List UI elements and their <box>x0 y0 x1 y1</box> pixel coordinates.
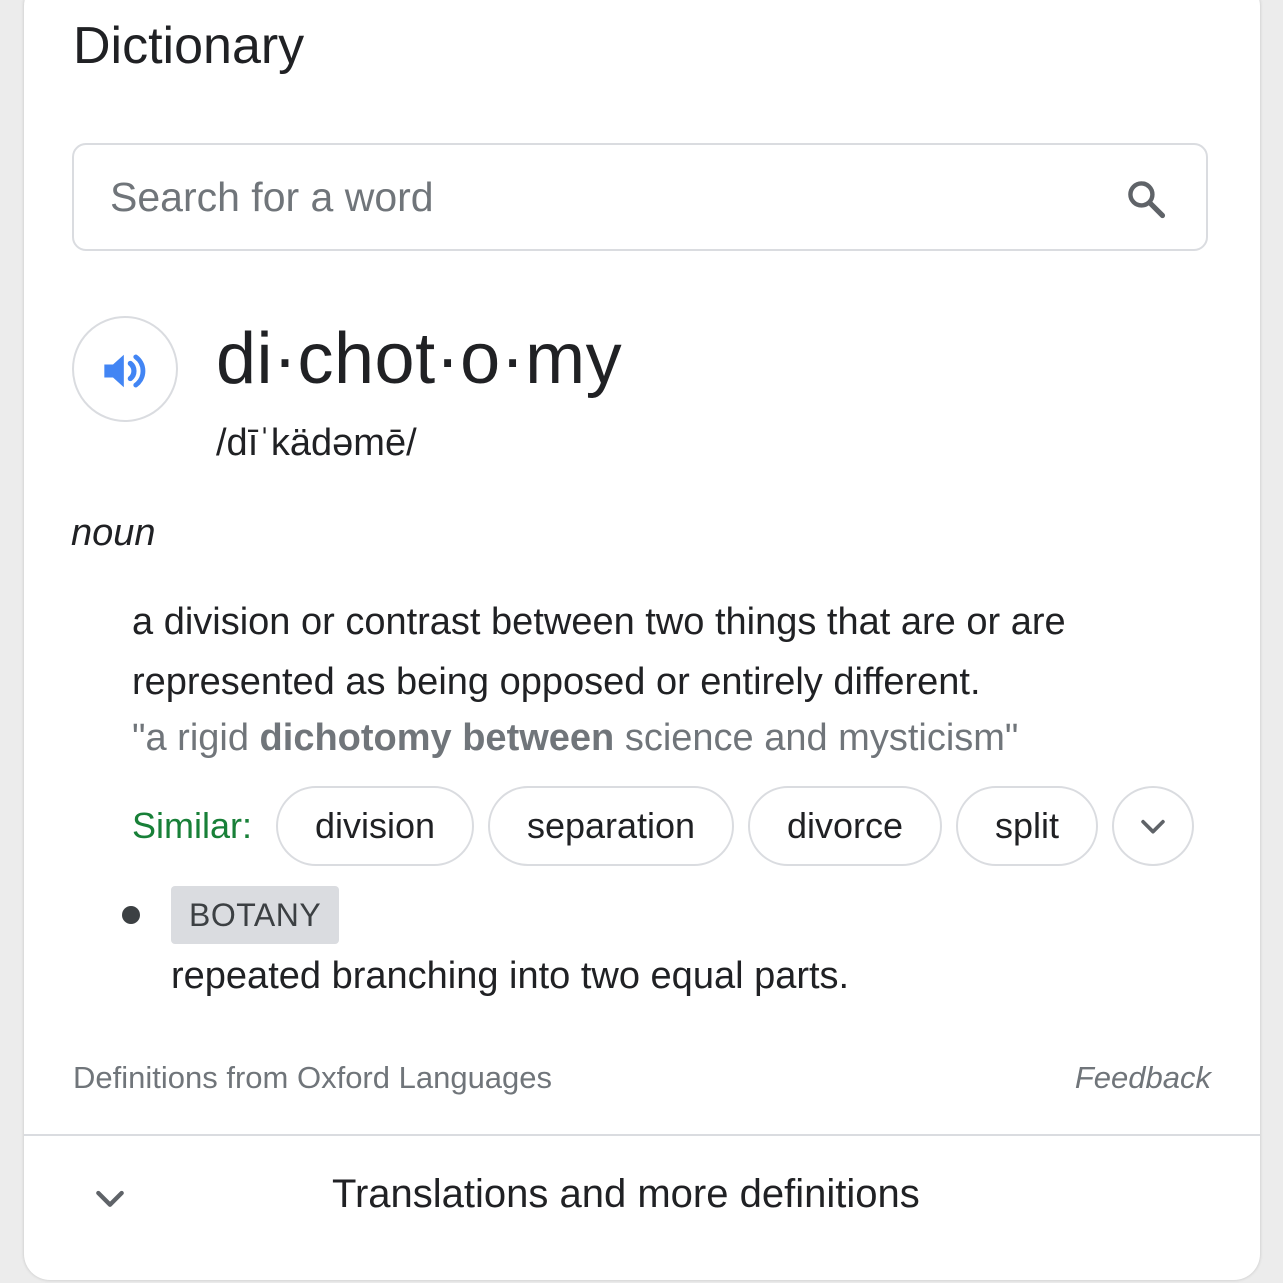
second-sense-definition: repeated branching into two equal parts. <box>171 955 850 997</box>
similar-words-row: Similar: division separation divorce spl… <box>132 784 1208 868</box>
search-icon[interactable] <box>1124 177 1168 221</box>
example-prefix: "a rigid <box>132 717 260 759</box>
similar-chip-division[interactable]: division <box>276 786 475 866</box>
search-input[interactable] <box>110 167 1050 227</box>
example-suffix: science and mysticism" <box>614 717 1019 759</box>
translations-label: Translations and more definitions <box>332 1172 920 1216</box>
similar-chip-divorce[interactable]: divorce <box>748 786 943 866</box>
chevron-down-icon <box>1141 819 1165 834</box>
source-attribution: Definitions from Oxford Languages <box>73 1060 553 1095</box>
example-sentence: "a rigid dichotomy between science and m… <box>132 714 1212 762</box>
part-of-speech: noun <box>71 512 156 554</box>
phonetic-spelling: /dīˈkädəmē/ <box>216 422 417 464</box>
similar-chip-split[interactable]: split <box>956 786 1099 866</box>
headword: di·chot·o·my <box>216 319 623 399</box>
example-bold: dichotomy between <box>259 717 615 759</box>
speaker-icon <box>104 354 146 388</box>
similar-label: Similar: <box>132 805 253 846</box>
domain-label-badge: BOTANY <box>171 886 340 944</box>
feedback-link[interactable]: Feedback <box>1075 1060 1211 1096</box>
bullet-point <box>122 906 140 924</box>
dictionary-card: Dictionary di·chot·o·my /dīˈkädəmē/ noun… <box>24 0 1260 1280</box>
pronunciation-audio-button[interactable] <box>72 316 178 422</box>
card-title: Dictionary <box>73 17 305 75</box>
chevron-down-icon <box>90 1178 130 1223</box>
translations-expander[interactable]: Translations and more definitions <box>24 1136 1260 1260</box>
similar-expand-button[interactable] <box>1112 786 1195 866</box>
search-box[interactable] <box>72 143 1208 251</box>
similar-chip-separation[interactable]: separation <box>488 786 735 866</box>
definition-text: a division or contrast between two thing… <box>132 601 1066 703</box>
